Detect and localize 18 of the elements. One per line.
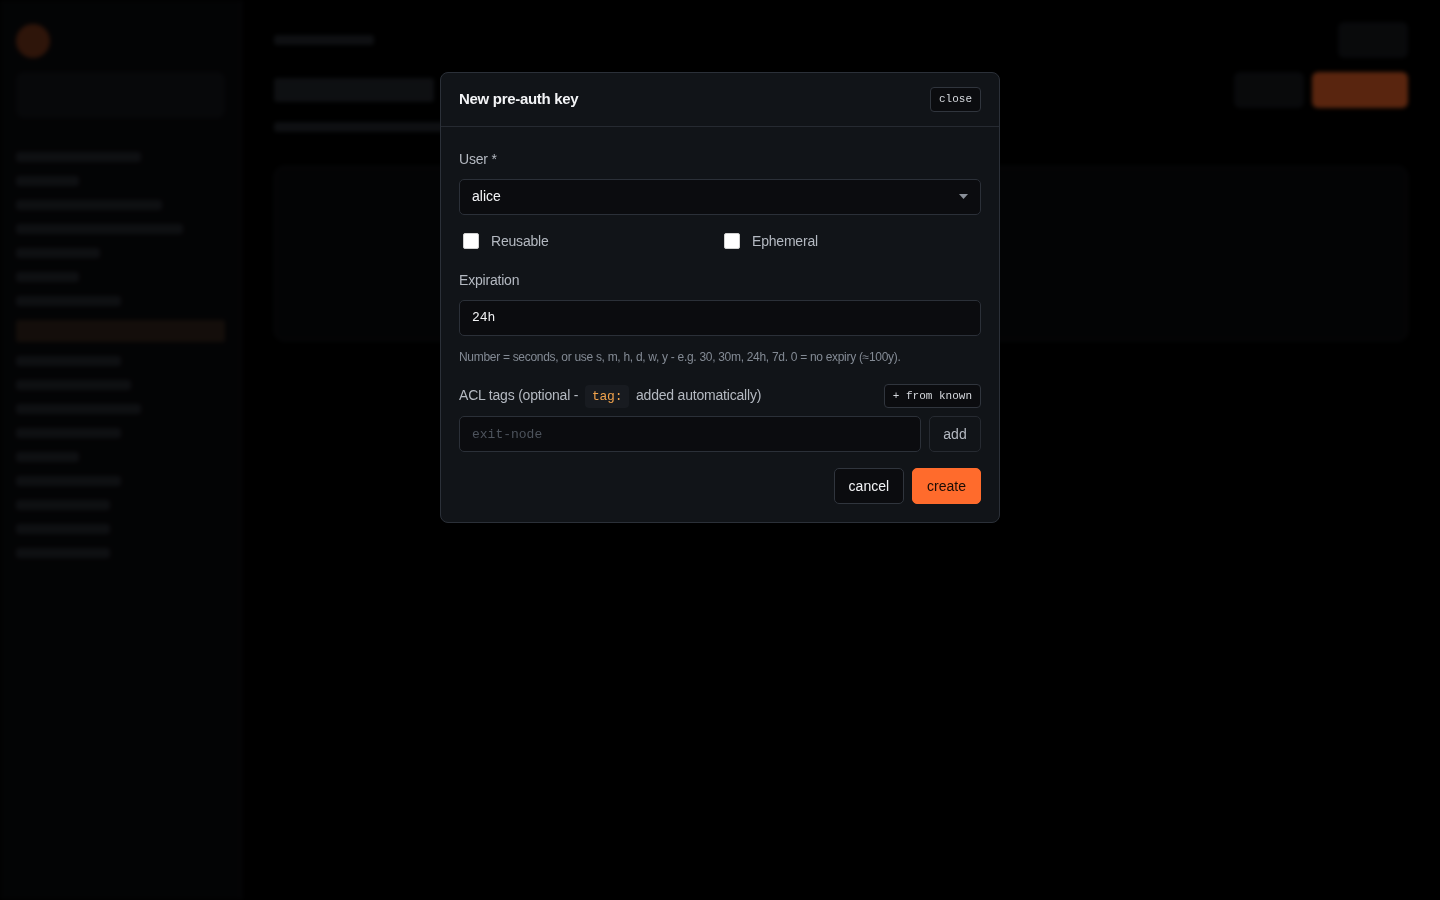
cancel-button[interactable]: cancel [833,468,905,504]
checkbox[interactable] [463,233,479,249]
caret-icon [959,194,968,199]
field-label: Expiration [459,271,520,288]
dialog-title: New pre-auth key [459,89,579,109]
field-label: User * [459,150,497,167]
user-select[interactable]: alice [459,178,981,215]
field-label: ACL tags (optional - tag: added automatically) [459,385,762,407]
create-button[interactable]: create [912,468,981,504]
checkbox-label: Reusable [491,231,549,251]
add-button[interactable]: add [929,416,981,452]
close-button[interactable]: close [930,87,981,112]
expiration-field[interactable]: 24h [459,299,981,336]
checkbox[interactable] [724,233,740,249]
checkbox-label: Ephemeral [752,231,818,251]
hint-text: Number = seconds, or use s, m, h, d, w, y - e.g. 30, 30m, 24h, 7d. 0 = no expiry (≈100y). [459,349,901,364]
tag-input-field[interactable]: exit-node [459,416,921,452]
from-known-button[interactable]: + from known [883,383,981,408]
